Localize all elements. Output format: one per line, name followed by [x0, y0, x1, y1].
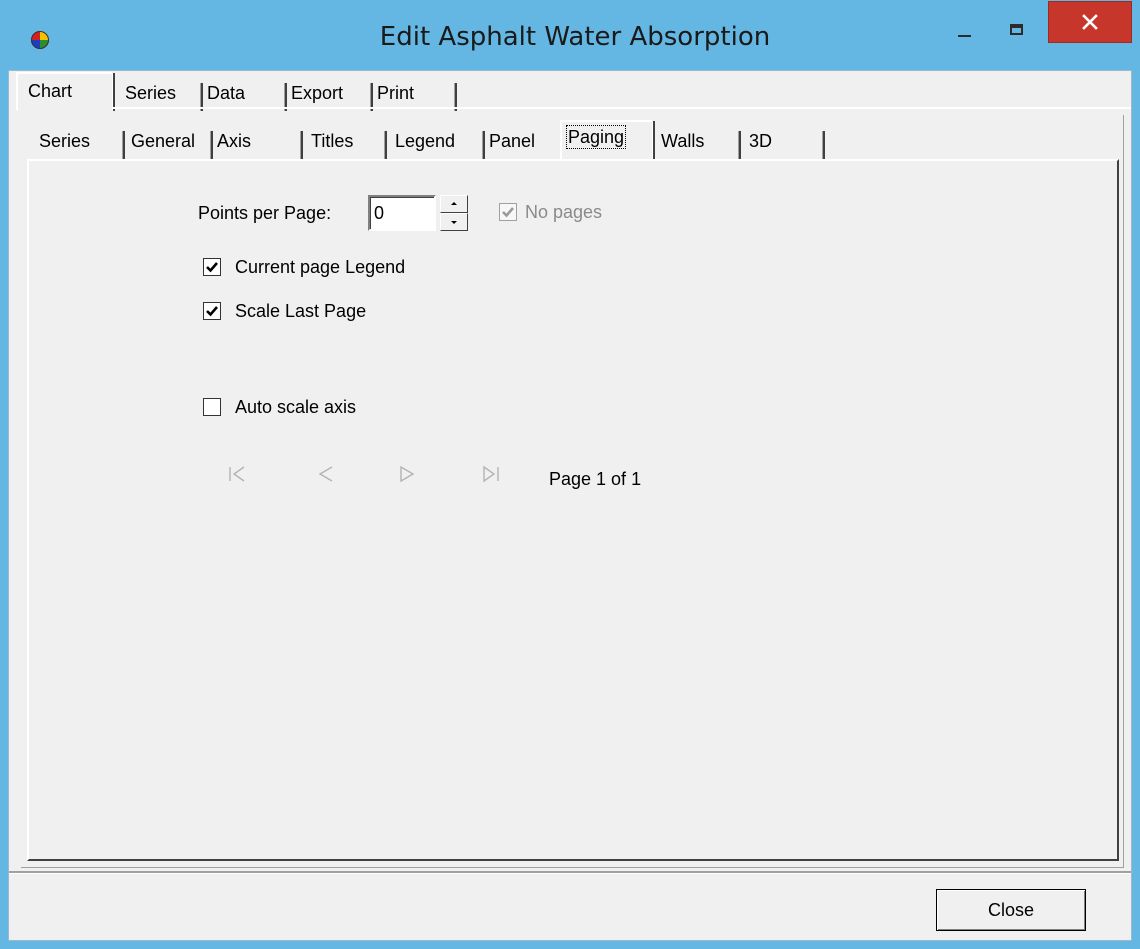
points-per-page-spinner[interactable]	[440, 195, 468, 231]
tab-label: Paging	[565, 125, 627, 149]
close-button[interactable]: Close	[936, 889, 1086, 931]
auto-scale-axis-label: Auto scale axis	[235, 397, 357, 417]
checkmark-icon	[206, 262, 218, 273]
first-page-icon	[229, 466, 245, 482]
tab-label: General	[131, 131, 196, 151]
tab-3d[interactable]: 3D	[741, 125, 825, 159]
tab-label: Axis	[217, 131, 252, 151]
close-window-button[interactable]	[1048, 1, 1132, 43]
tab-label: Chart	[28, 81, 73, 101]
page-status-text: Page 1 of 1	[549, 469, 642, 489]
dialog-window: Edit Asphalt Water Absorption Chart Seri…	[0, 0, 1140, 949]
tab-export[interactable]: Export	[287, 77, 373, 111]
tab-general[interactable]: General	[127, 125, 213, 159]
points-per-page-label: Points per Page:	[198, 203, 332, 223]
tab-label: 3D	[749, 131, 773, 151]
points-per-page-input[interactable]	[368, 195, 436, 231]
spin-down-button[interactable]	[440, 213, 468, 231]
paging-tab-panel	[27, 159, 1119, 861]
spin-up-button[interactable]	[440, 195, 468, 213]
tab-print[interactable]: Print	[373, 77, 457, 111]
no-pages-checkbox[interactable]	[499, 203, 517, 221]
tab-legend[interactable]: Legend	[389, 125, 485, 159]
last-page-button[interactable]	[479, 463, 503, 485]
tab-label: Panel	[489, 131, 536, 151]
next-page-icon	[400, 465, 415, 483]
last-page-icon	[483, 465, 499, 483]
title-bar[interactable]: Edit Asphalt Water Absorption	[0, 0, 1140, 70]
tab-label: Data	[207, 83, 246, 103]
tab-titles[interactable]: Titles	[305, 125, 387, 159]
tab-label: Titles	[311, 131, 354, 151]
checkmark-icon	[206, 306, 218, 317]
tab-series[interactable]: Series	[119, 77, 203, 111]
next-page-button[interactable]	[395, 463, 419, 485]
tab-label: Export	[291, 83, 344, 103]
no-pages-label: No pages	[525, 202, 603, 222]
current-page-legend-label: Current page Legend	[235, 257, 406, 277]
tab-label: Series	[125, 83, 177, 103]
footer-separator	[9, 871, 1131, 874]
close-icon	[1082, 14, 1098, 30]
tab-data[interactable]: Data	[203, 77, 287, 111]
minimize-button[interactable]	[950, 8, 980, 46]
tab-label: Legend	[395, 131, 456, 151]
scale-last-page-label: Scale Last Page	[235, 301, 367, 321]
tab-paging[interactable]: Paging	[561, 121, 653, 161]
tab-label: Series	[39, 131, 91, 151]
tab-label: Walls	[661, 131, 705, 151]
maximize-button[interactable]	[1002, 8, 1032, 46]
dialog-client-area: Chart Series Data Export Print Series Ge…	[8, 70, 1132, 941]
current-page-legend-checkbox[interactable]	[203, 258, 221, 276]
tab-strip-edge	[113, 107, 1131, 109]
tab-axis[interactable]: Axis	[213, 125, 303, 159]
previous-page-icon	[318, 466, 333, 482]
tab-panel[interactable]: Panel	[485, 125, 565, 159]
previous-page-button[interactable]	[315, 463, 339, 485]
tab-chart[interactable]: Chart	[17, 73, 113, 111]
tab-series-settings[interactable]: Series	[35, 125, 125, 159]
auto-scale-axis-checkbox[interactable]	[203, 398, 221, 416]
tab-walls[interactable]: Walls	[657, 125, 741, 159]
tab-label: Print	[377, 83, 415, 103]
scale-last-page-checkbox[interactable]	[203, 302, 221, 320]
first-page-button[interactable]	[227, 463, 251, 485]
checkmark-icon	[502, 207, 514, 218]
